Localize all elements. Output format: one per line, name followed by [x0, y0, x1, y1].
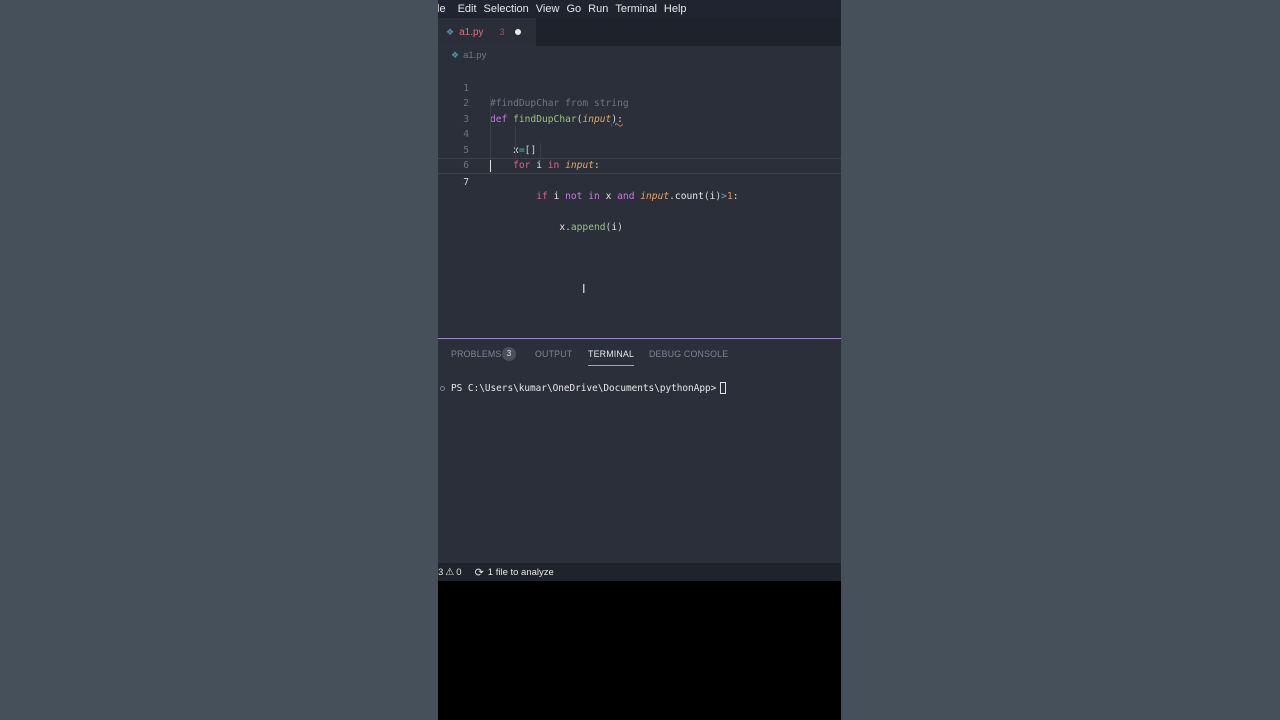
menu-bar: le Edit Selection View Go Run Terminal H… — [438, 0, 841, 18]
warning-icon: ⚠ — [445, 566, 455, 578]
bottom-panel: PROBLEMS 3 OUTPUT TERMINAL DEBUG CONSOLE… — [438, 338, 841, 564]
menu-view[interactable]: View — [536, 3, 560, 15]
breadcrumb-filename: a1.py — [463, 50, 487, 61]
indent-guide — [490, 96, 491, 112]
video-letterbox — [438, 581, 841, 720]
tab-problems[interactable]: PROBLEMS — [451, 349, 502, 359]
analyze-status[interactable]: 1 file to analyze — [488, 567, 554, 578]
error-count: 3 — [438, 566, 444, 578]
panel-tabs: PROBLEMS 3 OUTPUT TERMINAL DEBUG CONSOLE — [438, 339, 841, 369]
line-number: 7 — [463, 176, 469, 188]
sync-icon: ⟳ — [474, 566, 484, 579]
indent-guide — [490, 142, 491, 158]
status-bar: 3 ⚠ 0 ⟳ 1 file to analyze — [438, 563, 841, 581]
indent-guide — [540, 142, 541, 158]
code-line: 1 #findDupChar from string — [438, 65, 841, 110]
terminal-cursor — [720, 382, 727, 394]
menu-file[interactable]: le — [438, 3, 451, 15]
terminal-prompt-line[interactable]: PS C:\Users\kumar\OneDrive\Documents\pyt… — [438, 382, 727, 394]
code-line: 3 x=[] — [438, 96, 841, 156]
indent-guide — [515, 127, 516, 143]
breadcrumb[interactable]: ❖ a1.py — [451, 50, 486, 61]
indent-guide — [490, 111, 491, 127]
menu-help[interactable]: Help — [664, 3, 687, 15]
code-text: if i not in x and input.count(i)>1: — [536, 191, 739, 202]
background-left — [0, 0, 438, 720]
menu-selection[interactable]: Selection — [484, 3, 529, 15]
tab-debug-console[interactable]: DEBUG CONSOLE — [649, 349, 728, 359]
code-line: 2 def findDupChar(input): — [438, 81, 841, 125]
code-line: 5 if i not in x and input.count(i)>1: — [438, 127, 841, 202]
terminal-prompt: PS C:\Users\kumar\OneDrive\Documents\pyt… — [451, 382, 717, 394]
tab-output[interactable]: OUTPUT — [535, 349, 572, 359]
code-text: x.append(i) — [559, 222, 623, 233]
tab-terminal[interactable]: TERMINAL — [588, 349, 635, 366]
editor-tab-bar: ❖ a1.py 3 — [438, 18, 841, 46]
status-problems[interactable]: 3 ⚠ 0 — [438, 567, 462, 578]
menu-run[interactable]: Run — [588, 3, 608, 15]
tab-filename: a1.py — [459, 26, 484, 38]
menu-edit[interactable]: Edit — [458, 3, 477, 15]
terminal-status-circle-icon — [440, 385, 445, 391]
background-right — [841, 0, 1280, 720]
tab-problem-count: 3 — [499, 27, 505, 37]
code-line: 4 for i in input: — [438, 111, 841, 171]
menu-go[interactable]: Go — [566, 3, 581, 15]
code-line: 6 x.append(i) — [438, 142, 841, 233]
code-line-current: 7 — [438, 158, 841, 188]
text-caret — [490, 160, 491, 172]
menu-terminal[interactable]: Terminal — [615, 3, 657, 15]
warning-count: 0 — [456, 566, 462, 578]
unsaved-dot-icon[interactable] — [514, 29, 521, 35]
python-file-icon: ❖ — [446, 26, 455, 37]
problems-badge: 3 — [502, 347, 516, 361]
indent-guide — [515, 142, 516, 158]
code-editor[interactable]: ❖ a1.py 1 #findDupChar from string 2 def … — [438, 46, 841, 338]
ibeam-cursor-icon: I — [582, 282, 586, 296]
code-lines: 1 #findDupChar from string 2 def findDup… — [438, 65, 841, 233]
tab-a1-py[interactable]: ❖ a1.py 3 — [438, 18, 536, 46]
indent-guide — [490, 127, 491, 143]
python-file-icon: ❖ — [451, 50, 460, 60]
vscode-window: le Edit Selection View Go Run Terminal H… — [438, 0, 841, 720]
